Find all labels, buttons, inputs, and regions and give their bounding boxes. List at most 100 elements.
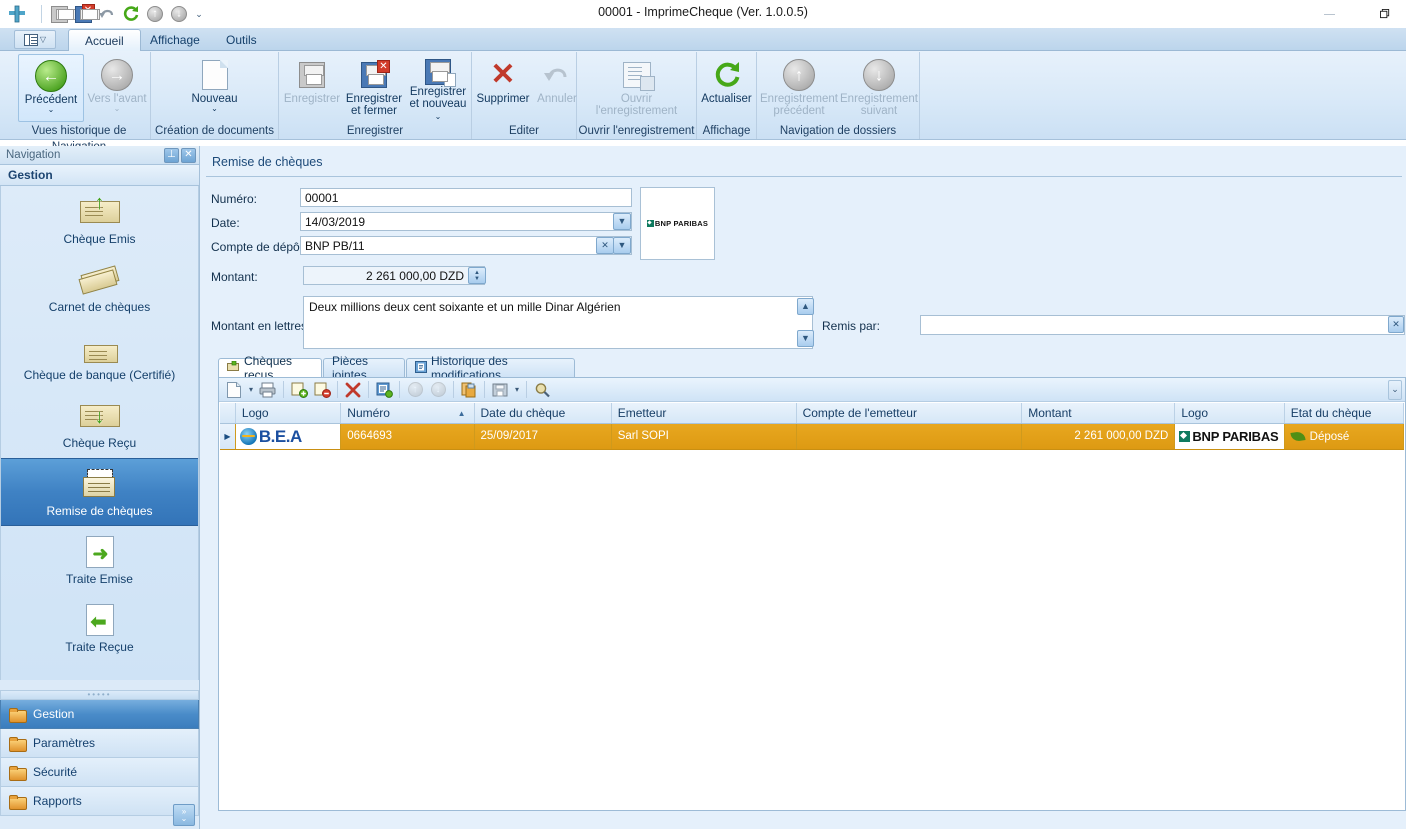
cancel-button-label: Annuler — [535, 93, 579, 105]
chevron-down-icon[interactable]: ▾ — [512, 385, 522, 394]
sidebar-item-remise-de-cheques[interactable]: Remise de chèques — [1, 458, 198, 526]
tab-pieces-jointes[interactable]: Pièces jointes — [323, 358, 405, 378]
copy-icon[interactable] — [458, 379, 480, 401]
find-icon[interactable] — [531, 379, 553, 401]
nav-button-label: Gestion — [33, 707, 74, 721]
sidebar-item-carnet-de-cheques[interactable]: Carnet de chèques — [1, 254, 198, 322]
grid-header-logo-2[interactable]: Logo — [1175, 403, 1284, 423]
montant-en-lettres-label: Montant en lettres: — [211, 319, 310, 333]
sidebar-item-label: Carnet de chèques — [49, 300, 150, 314]
restore-button[interactable] — [1372, 3, 1398, 25]
document-tabstrip: Chèques reçus Pièces jointes Historique … — [218, 358, 1406, 378]
add-record-icon[interactable] — [288, 379, 310, 401]
cheque-in-icon: ↓ — [80, 398, 120, 434]
grid-header-row: Logo Numéro ▲ Date du chèque Emetteur Co… — [220, 403, 1404, 424]
row-cell-emetteur: Sarl SOPI — [612, 424, 797, 449]
sidebar-item-traite-recue[interactable]: ⬅ Traite Reçue — [1, 594, 198, 662]
remis-par-input[interactable] — [920, 315, 1405, 335]
forward-arrow-icon: → — [101, 57, 133, 93]
folder-icon — [9, 795, 25, 808]
new-document-button[interactable]: Nouveau ⌄ — [181, 54, 249, 122]
pin-icon[interactable]: ⊥ — [164, 148, 179, 163]
cancel-button[interactable]: Annuler — [530, 54, 584, 122]
bnp-paribas-logo-text: BNP PARIBAS — [1192, 429, 1278, 444]
tab-outils[interactable]: Outils — [210, 29, 273, 51]
grid-header-numero-label: Numéro — [347, 406, 390, 420]
date-input[interactable]: 14/03/2019 — [300, 212, 632, 231]
chevron-down-icon[interactable]: ▾ — [246, 385, 256, 394]
refresh-button[interactable]: Actualiser — [698, 54, 756, 122]
sidebar-item-label: Traite Emise — [66, 572, 133, 586]
delete-x-icon[interactable] — [342, 379, 364, 401]
sidebar-item-label: Chèque Emis — [63, 232, 135, 246]
compte-depot-input[interactable]: BNP PB/11 — [300, 236, 632, 255]
next-record-button[interactable]: ↓ Enregistrement suivant — [839, 54, 919, 122]
previous-record-button[interactable]: ↑ Enregistrement précédent — [759, 54, 839, 122]
table-row[interactable]: ▶ B.E.A 0664693 25/09/2017 Sarl SOPI 2 2… — [220, 424, 1404, 450]
navigation-splitter[interactable]: ••••• — [0, 690, 199, 700]
toolbar-separator — [526, 381, 527, 398]
bank-logo-box: BNP PARIBAS — [640, 187, 715, 260]
sidebar-item-cheque-recu[interactable]: ↓ Chèque Reçu — [1, 390, 198, 458]
edit-record-icon[interactable] — [373, 379, 395, 401]
montant-en-lettres-textarea[interactable]: Deux millions deux cent soixante et un m… — [303, 296, 813, 349]
tab-cheques-recus[interactable]: Chèques reçus — [218, 358, 322, 378]
new-document-icon — [202, 57, 228, 93]
spinner-icon[interactable]: ▲▼ — [468, 267, 486, 284]
application-menu-button[interactable]: ▽ — [14, 30, 56, 49]
grid-header-compte-de-lemetteur[interactable]: Compte de l'emetteur — [797, 403, 1023, 423]
chevron-down-icon[interactable]: ▼ — [613, 237, 631, 254]
numero-input[interactable]: 00001 — [300, 188, 632, 207]
toolbar-separator — [283, 381, 284, 398]
chevron-down-icon: ⌄ — [435, 112, 442, 121]
undo-icon — [543, 57, 571, 93]
new-document-icon[interactable] — [223, 379, 245, 401]
save-icon — [299, 57, 325, 93]
chevron-double-down-icon[interactable]: »⌄ — [173, 804, 195, 826]
grid-header-etat-du-cheque[interactable]: Etat du chèque — [1285, 403, 1404, 423]
nav-button-gestion[interactable]: Gestion — [0, 700, 199, 729]
tab-accueil[interactable]: Accueil — [68, 29, 141, 52]
nav-button-parametres[interactable]: Paramètres — [0, 729, 199, 758]
grid-header-montant[interactable]: Montant — [1022, 403, 1175, 423]
grid-header-emetteur[interactable]: Emetteur — [612, 403, 797, 423]
move-up-icon[interactable]: ↑ — [404, 379, 426, 401]
forward-button[interactable]: → Vers l'avant ⌄ — [84, 54, 150, 122]
ribbon-group-folder-navigation: ↑ Enregistrement précédent ↓ Enregistrem… — [757, 52, 920, 139]
print-icon[interactable] — [257, 379, 279, 401]
chevron-up-icon[interactable]: ▲ — [797, 298, 814, 315]
save-button[interactable]: Enregistrer — [281, 54, 343, 122]
sidebar-item-traite-emise[interactable]: ➜ Traite Emise — [1, 526, 198, 594]
grid-toolbar-overflow-button[interactable]: ⌄ — [1388, 380, 1402, 400]
folder-icon — [9, 737, 25, 750]
grid-header-logo[interactable]: Logo — [236, 403, 341, 423]
move-down-icon[interactable]: ↓ — [427, 379, 449, 401]
remove-record-icon[interactable] — [311, 379, 333, 401]
tab-historique-des-modifications[interactable]: Historique des modifications — [406, 358, 575, 378]
ribbon-tabstrip: ▽ Accueil Affichage Outils — [0, 28, 1406, 51]
clear-x-icon[interactable]: ✕ — [1388, 316, 1404, 333]
grid-header-numero[interactable]: Numéro ▲ — [341, 403, 474, 423]
montant-input[interactable]: 2 261 000,00 DZD — [303, 266, 485, 285]
window-controls[interactable] — [1316, 0, 1398, 28]
sidebar-item-cheque-de-banque[interactable]: Chèque de banque (Certifié) — [1, 322, 198, 390]
nav-button-securite[interactable]: Sécurité — [0, 758, 199, 787]
close-icon[interactable]: ✕ — [181, 148, 196, 163]
chevron-down-icon[interactable]: ▼ — [797, 330, 814, 347]
save-and-new-button[interactable]: Enregistrer et nouveau ⌄ — [405, 54, 471, 122]
open-record-button[interactable]: Ouvrir l'enregistrement — [582, 54, 692, 122]
chevron-down-icon[interactable]: ▼ — [613, 213, 631, 230]
back-button[interactable]: ← Précédent ⌄ — [18, 54, 84, 122]
export-save-icon[interactable] — [489, 379, 511, 401]
minimize-button[interactable] — [1316, 3, 1342, 25]
tab-affichage[interactable]: Affichage — [134, 29, 216, 51]
save-and-close-button[interactable]: ✕ Enregistrer et fermer — [343, 54, 405, 122]
clear-x-icon[interactable]: ✕ — [596, 237, 614, 254]
sidebar-item-cheque-emis[interactable]: ↑ Chèque Emis — [1, 186, 198, 254]
nav-button-rapports[interactable]: Rapports — [0, 787, 199, 816]
toolbar-separator — [399, 381, 400, 398]
grid-header-date-du-cheque[interactable]: Date du chèque — [475, 403, 612, 423]
delete-button[interactable]: ✕ Supprimer — [476, 54, 530, 122]
toolbar-separator — [484, 381, 485, 398]
open-record-icon — [623, 57, 651, 93]
